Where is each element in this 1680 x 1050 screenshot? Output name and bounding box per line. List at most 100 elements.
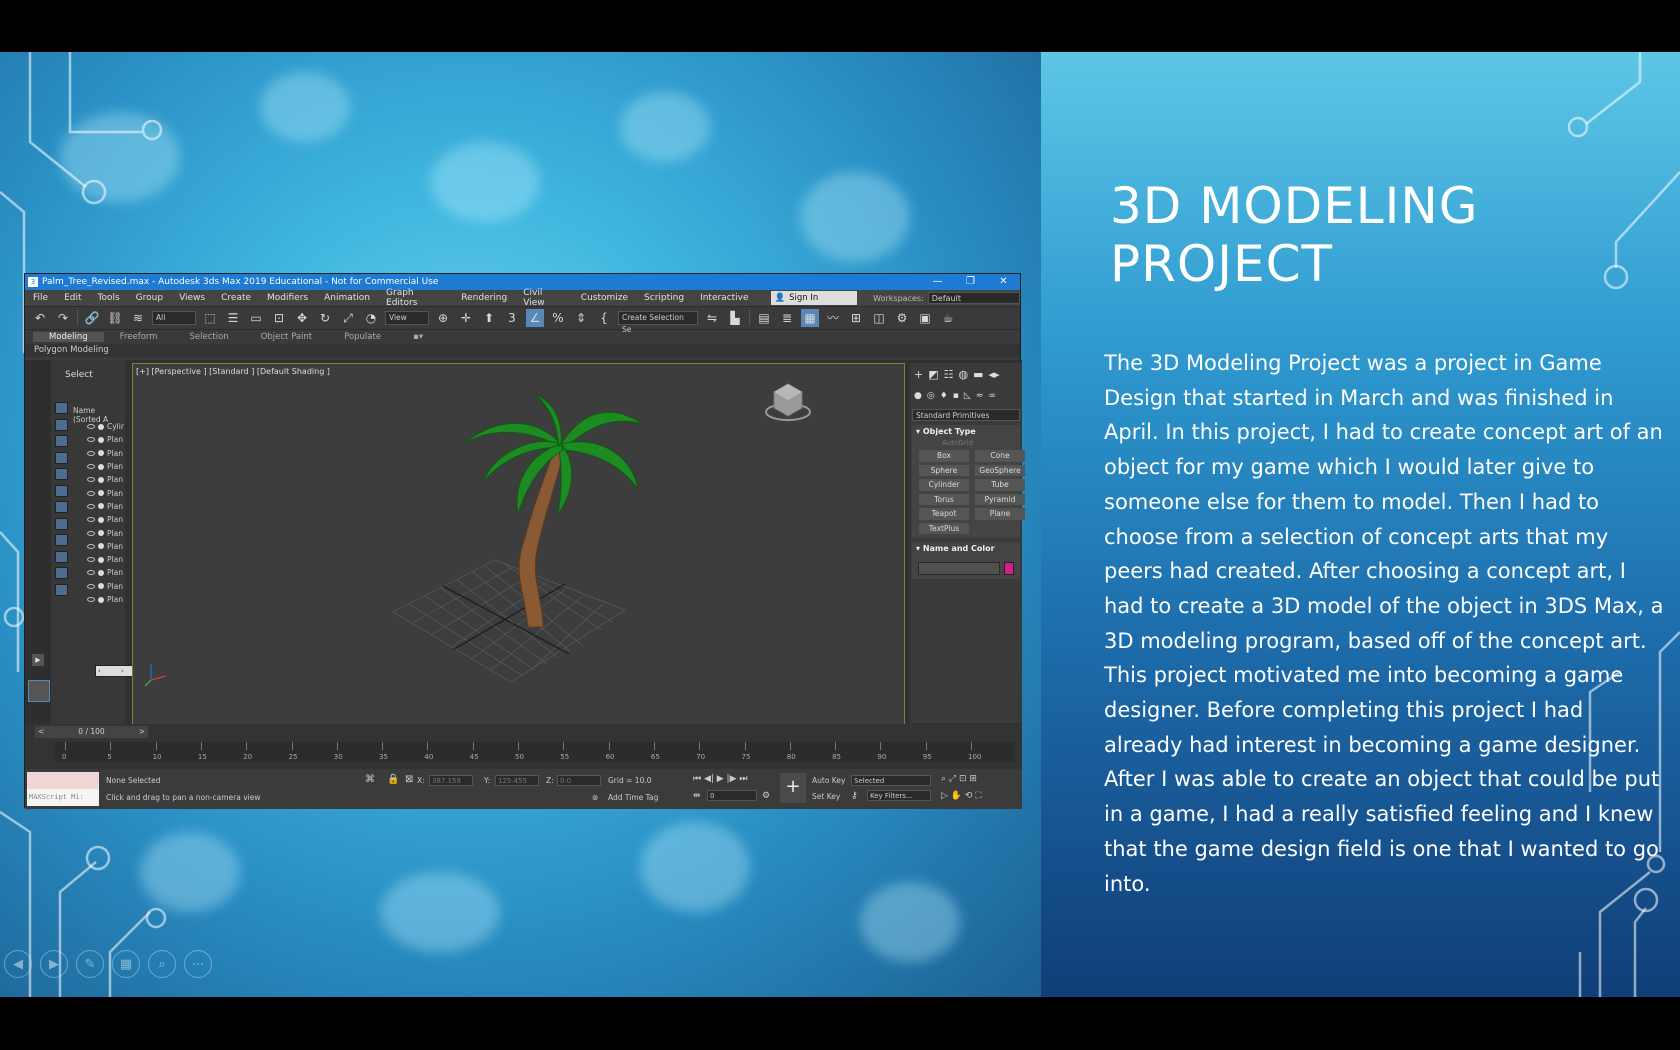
selection-lock-icon[interactable]: 🔒 — [387, 774, 399, 785]
maxscript-mini-listener[interactable]: MAXScript Mi: — [27, 789, 99, 806]
teapot-button[interactable]: Teapot — [919, 508, 969, 520]
select-by-name-icon[interactable]: ☰ — [224, 309, 242, 327]
schematic-view-icon[interactable]: ⊞ — [847, 309, 865, 327]
list-item[interactable]: Plan — [87, 526, 124, 539]
orbit-pan-icons[interactable]: ▷ ✋ ⟲ ⛶ — [941, 791, 982, 801]
select-manipulate-icon[interactable]: ✛ — [457, 309, 475, 327]
time-slider[interactable]: <0 / 100 > — [35, 726, 148, 738]
more-options-icon[interactable]: ⋯ — [184, 950, 212, 978]
sphere-button[interactable]: Sphere — [919, 464, 969, 476]
x-coordinate-field[interactable]: 387.158 — [429, 775, 473, 786]
hierarchy-tab-icon[interactable]: ☷ — [944, 368, 954, 381]
space-warps-icon[interactable]: ≈ — [976, 391, 984, 401]
menu-modifiers[interactable]: Modifiers — [267, 293, 308, 303]
z-coordinate-field[interactable]: 0.0 — [557, 775, 601, 786]
curve-editor-icon[interactable]: 〰 — [824, 309, 842, 327]
edit-named-selection-icon[interactable]: { — [595, 309, 613, 327]
menu-group[interactable]: Group — [136, 293, 163, 303]
tab-selection[interactable]: Selection — [174, 332, 245, 342]
filter-bones-icon[interactable] — [55, 534, 68, 546]
playback-controls[interactable]: ⏮ ◀| ▶ |▶ ⏭ — [693, 774, 747, 784]
material-editor-icon[interactable]: ◫ — [870, 309, 888, 327]
maxscript-listener[interactable]: MAXScript Mi: — [27, 772, 99, 806]
systems-icon[interactable]: ∞ — [988, 391, 996, 401]
create-tab-icon[interactable]: + — [914, 368, 923, 381]
cone-button[interactable]: Cone — [975, 450, 1025, 462]
menu-rendering[interactable]: Rendering — [461, 293, 507, 303]
move-icon[interactable]: ✥ — [293, 309, 311, 327]
add-time-tag-button[interactable]: Add Time Tag — [608, 793, 658, 802]
minimize-icon[interactable]: — — [921, 274, 954, 290]
workspace-select[interactable]: Default — [927, 292, 1020, 304]
autogrid-checkbox[interactable]: AutoGrid — [912, 439, 1020, 447]
scale-icon[interactable]: ⤢ — [339, 309, 357, 327]
menu-civil-view[interactable]: Civil View — [523, 288, 565, 308]
next-slide-icon[interactable]: ▶ — [40, 950, 68, 978]
filter-spacewarps-icon[interactable] — [55, 484, 68, 497]
reference-coordinate-dropdown[interactable]: View — [385, 311, 429, 325]
select-object-icon[interactable]: ⬚ — [201, 309, 219, 327]
list-item[interactable]: Plan — [87, 460, 124, 473]
link-icon[interactable]: 🔗 — [83, 309, 101, 327]
zoom-icon[interactable]: ⌕ — [148, 950, 176, 978]
list-item[interactable]: Plan — [87, 486, 124, 499]
percent-snap-icon[interactable]: % — [549, 309, 567, 327]
tab-freeform[interactable]: Freeform — [104, 332, 174, 342]
geometry-icon[interactable]: ● — [914, 391, 922, 401]
time-configuration-icon[interactable]: ⚙ — [762, 791, 770, 801]
filter-frozen-icon[interactable] — [55, 567, 68, 579]
shapes-icon[interactable]: ◎ — [927, 391, 935, 401]
see-all-slides-icon[interactable]: ▦ — [112, 950, 140, 978]
angle-snap-icon[interactable]: ∠ — [526, 309, 544, 327]
menu-tools[interactable]: Tools — [98, 293, 120, 303]
filter-xrefs-icon[interactable] — [55, 517, 68, 530]
plane-button[interactable]: Plane — [975, 508, 1025, 520]
menu-scripting[interactable]: Scripting — [644, 293, 684, 303]
menu-create[interactable]: Create — [221, 293, 251, 303]
tab-modeling[interactable]: Modeling — [33, 332, 104, 342]
y-coordinate-field[interactable]: 125.455 — [495, 775, 539, 786]
rotate-icon[interactable]: ↻ — [316, 309, 334, 327]
lights-icon[interactable]: ♦ — [940, 391, 948, 401]
menu-graph-editors[interactable]: Graph Editors — [386, 288, 445, 308]
sign-in-button[interactable]: 👤 Sign In — [770, 291, 858, 305]
list-item[interactable]: Plan — [87, 580, 124, 593]
previous-slide-icon[interactable]: ◀ — [4, 950, 32, 978]
time-tag-icon[interactable]: ⊛ — [592, 793, 598, 802]
set-key-icon[interactable]: + — [780, 773, 806, 803]
list-item[interactable]: Plan — [87, 447, 124, 460]
filter-groups-icon[interactable] — [55, 501, 68, 513]
render-icon[interactable]: ☕ — [939, 309, 957, 327]
menu-interactive[interactable]: Interactive — [700, 293, 748, 303]
list-item[interactable]: Plan — [87, 433, 124, 446]
viewport-layout-thumbnail[interactable] — [28, 680, 50, 702]
named-selection-set-dropdown[interactable]: Create Selection Se — [618, 311, 698, 334]
isolate-selection-icon[interactable]: ⌘ — [365, 774, 375, 785]
close-icon[interactable]: ✕ — [987, 274, 1020, 290]
bind-space-warp-icon[interactable]: ≋ — [129, 309, 147, 327]
snaps-toggle-icon[interactable]: 3 — [503, 309, 521, 327]
menu-customize[interactable]: Customize — [581, 293, 628, 303]
primitive-category-dropdown[interactable]: Standard Primitives — [912, 409, 1020, 421]
track-bar[interactable]: 0 5 10 15 20 25 30 35 40 45 50 55 60 65 70 75 80 85 90 95 10… — [55, 742, 1015, 762]
viewport-navigation-icons[interactable]: ⌕ ⤢ ⊡ ⊞ — [941, 774, 977, 784]
list-item[interactable]: Plan — [87, 500, 124, 513]
utilities-tab-icon[interactable]: ◂▸ — [989, 368, 1000, 381]
ribbon-toggle-icon[interactable]: ▦ — [801, 309, 819, 327]
list-item[interactable]: Plan — [87, 473, 124, 486]
cameras-icon[interactable]: ▪ — [953, 391, 959, 401]
key-mode-toggle-icon[interactable]: ⇹ — [693, 791, 701, 801]
ribbon-panel-label[interactable]: Polygon Modeling — [25, 344, 1020, 357]
render-setup-icon[interactable]: ⚙ — [893, 309, 911, 327]
key-mode-dropdown[interactable]: Selected — [851, 775, 931, 786]
box-button[interactable]: Box — [919, 450, 969, 462]
filter-geometry-icon[interactable] — [55, 402, 68, 414]
torus-button[interactable]: Torus — [919, 493, 969, 505]
current-frame-field[interactable]: 0 — [707, 790, 757, 801]
tab-object-paint[interactable]: Object Paint — [245, 332, 328, 342]
helpers-icon[interactable]: ◺ — [964, 391, 971, 401]
perspective-viewport[interactable]: [+] [Perspective ] [Standard ] [Default … — [132, 363, 905, 726]
filter-cameras-icon[interactable] — [55, 451, 68, 464]
filter-shapes-icon[interactable] — [55, 418, 68, 431]
filter-hidden-icon[interactable] — [55, 583, 68, 596]
